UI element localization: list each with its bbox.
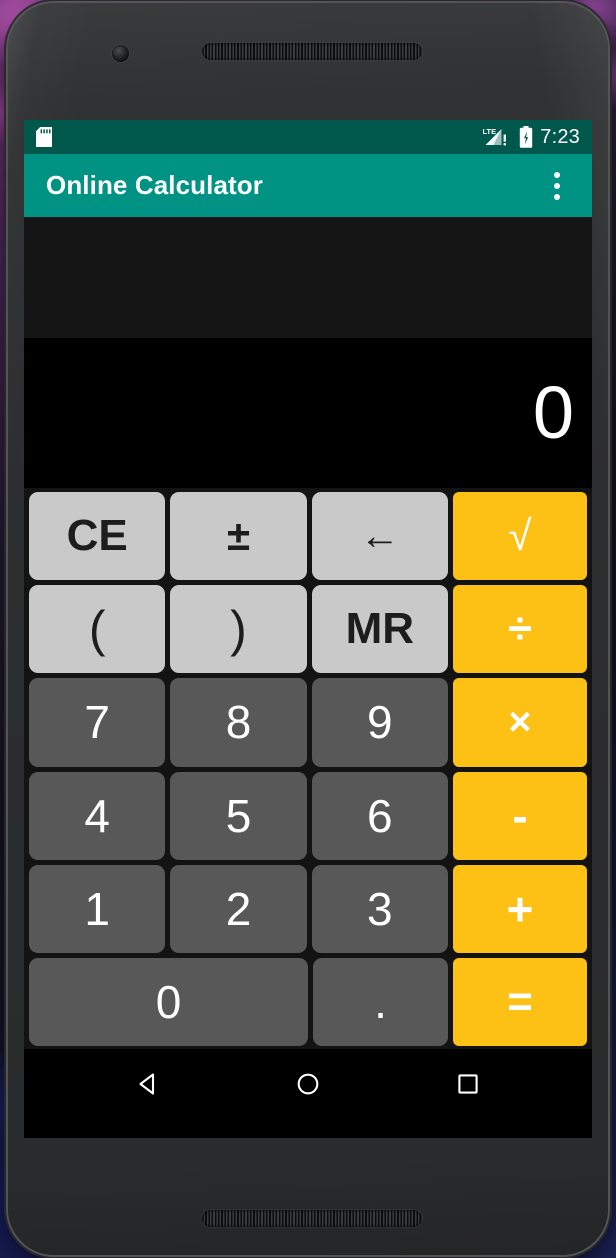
key-divide[interactable]: ÷ bbox=[452, 585, 587, 674]
result-value: 0 bbox=[532, 371, 574, 454]
calculator-keypad: CE ± ← √() MR ÷ 7 8 9 × 4 5 6-1 2 3 +0. = bbox=[24, 488, 592, 1049]
key-backspace[interactable]: ← bbox=[311, 492, 448, 581]
key-open-paren[interactable]: ( bbox=[29, 585, 166, 674]
battery-charging-icon bbox=[519, 126, 533, 148]
key-plus-minus[interactable]: ± bbox=[170, 492, 307, 581]
status-bar: LTE 7:23 bbox=[24, 120, 592, 154]
key-multiply[interactable]: × bbox=[452, 678, 587, 767]
home-circle-icon[interactable] bbox=[279, 1055, 337, 1113]
bottom-speaker-grille bbox=[202, 1210, 422, 1227]
key-1[interactable]: 1 bbox=[29, 864, 166, 953]
key-4[interactable]: 4 bbox=[29, 771, 166, 860]
status-bar-left-group bbox=[36, 127, 52, 147]
recents-square-icon[interactable] bbox=[439, 1055, 497, 1113]
keypad-row: 456- bbox=[29, 771, 589, 860]
app-bar: Online Calculator bbox=[24, 154, 592, 217]
keypad-row: () MR ÷ bbox=[29, 585, 589, 674]
keypad-row: 7 8 9 × bbox=[29, 678, 589, 767]
key-close-paren[interactable]: ) bbox=[170, 585, 307, 674]
lte-signal-warning-icon: LTE bbox=[482, 126, 512, 148]
result-display: 0 bbox=[24, 338, 592, 488]
status-bar-right-group: LTE 7:23 bbox=[482, 126, 580, 148]
key-2[interactable]: 2 bbox=[170, 864, 307, 953]
key-clear-entry[interactable]: CE bbox=[29, 492, 166, 581]
keypad-row: 0. = bbox=[29, 957, 589, 1047]
key-memory-recall[interactable]: MR bbox=[311, 585, 448, 674]
phone-device-frame: LTE 7:23 Online Calculator 0 CE ± ← √ (… bbox=[8, 3, 608, 1255]
phone-screen: LTE 7:23 Online Calculator 0 CE ± ← √ (… bbox=[24, 120, 592, 1138]
expression-display bbox=[24, 217, 592, 338]
overflow-menu-icon[interactable] bbox=[540, 164, 574, 208]
keypad-row: 1 2 3 + bbox=[29, 864, 589, 953]
key-square-root[interactable]: √ bbox=[452, 492, 587, 581]
overflow-dot bbox=[554, 171, 560, 178]
key-subtract[interactable]: - bbox=[452, 771, 587, 860]
page-title: Online Calculator bbox=[46, 170, 263, 200]
key-8[interactable]: 8 bbox=[170, 678, 307, 767]
android-navigation-bar bbox=[24, 1049, 592, 1119]
sd-card-icon bbox=[36, 127, 52, 147]
overflow-dot bbox=[554, 182, 560, 189]
status-bar-clock: 7:23 bbox=[540, 126, 580, 148]
key-add[interactable]: + bbox=[452, 864, 587, 953]
key-0[interactable]: 0 bbox=[29, 957, 309, 1047]
overflow-dot bbox=[554, 193, 560, 200]
back-triangle-icon[interactable] bbox=[119, 1055, 177, 1113]
key-5[interactable]: 5 bbox=[170, 771, 307, 860]
key-decimal-point[interactable]: . bbox=[313, 957, 448, 1047]
key-3[interactable]: 3 bbox=[311, 864, 448, 953]
earpiece-speaker-grille bbox=[202, 43, 422, 60]
key-equals[interactable]: = bbox=[453, 957, 587, 1047]
svg-text:LTE: LTE bbox=[483, 127, 497, 136]
key-9[interactable]: 9 bbox=[311, 678, 448, 767]
key-7[interactable]: 7 bbox=[29, 678, 166, 767]
key-6[interactable]: 6 bbox=[311, 771, 448, 860]
keypad-row: CE ± ← √ bbox=[29, 492, 589, 581]
front-camera-icon bbox=[112, 45, 129, 62]
